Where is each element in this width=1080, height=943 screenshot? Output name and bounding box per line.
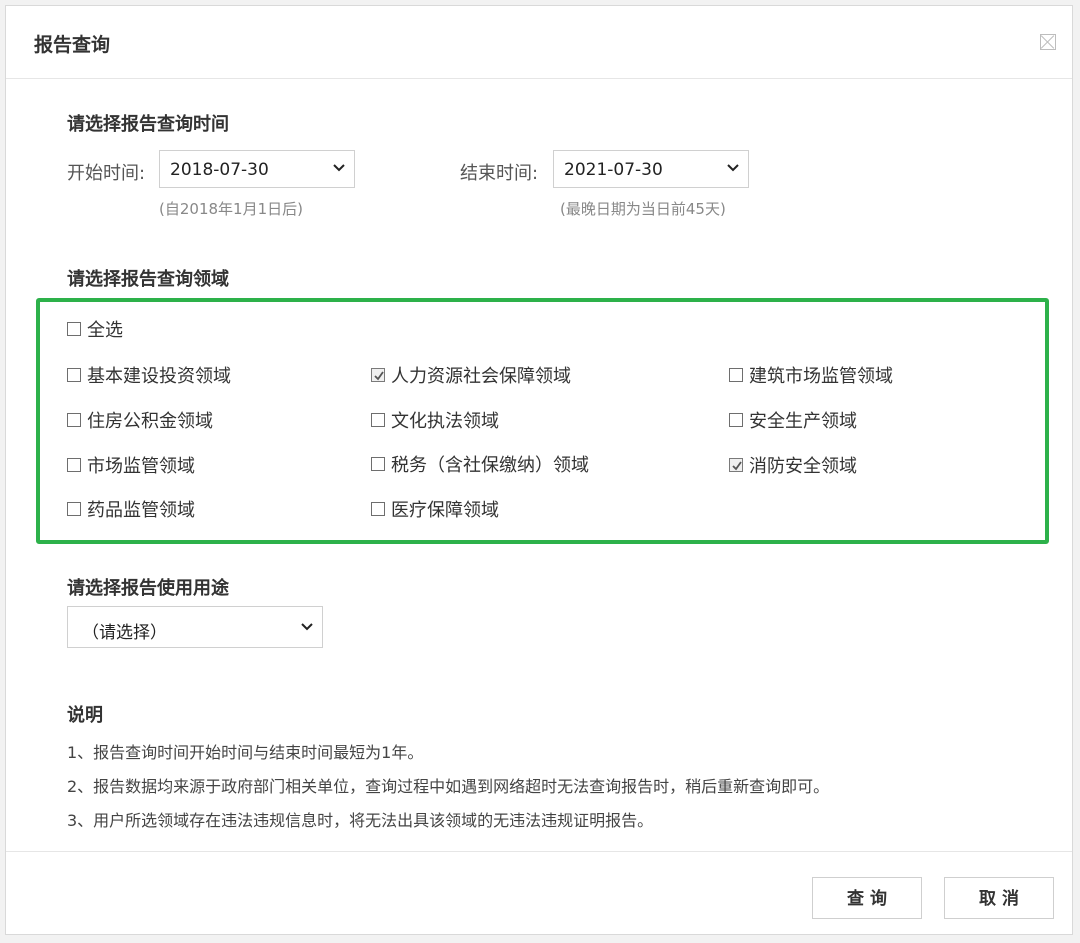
checkbox-domain-item[interactable]: 税务（含社保缴纳）领域 (371, 451, 589, 477)
checkbox-domain-item[interactable]: 消防安全领域 (729, 452, 857, 478)
checkbox-label: 基本建设投资领域 (87, 366, 231, 387)
note-line: 3、用户所选领域存在违法违规信息时，将无法出具该领域的无违法违规证明报告。 (67, 811, 654, 830)
start-date-value: 2018-07-30 (170, 160, 269, 180)
checkbox-icon (371, 457, 385, 471)
note-line: 1、报告查询时间开始时间与结束时间最短为1年。 (67, 743, 424, 762)
checkbox-label: 建筑市场监管领域 (749, 366, 893, 387)
purpose-select-value: （请选择） (82, 623, 167, 643)
checkbox-checked-icon (729, 458, 743, 472)
dialog-header: 报告查询 (6, 6, 1072, 79)
report-query-dialog: 报告查询 请选择报告查询时间 开始时间: 2018-07-30 (自2018年1… (5, 5, 1073, 935)
checkbox-icon (729, 413, 743, 427)
start-time-label: 开始时间: (67, 163, 146, 184)
checkbox-label: 安全生产领域 (749, 411, 857, 432)
checkbox-label: 药品监管领域 (87, 500, 195, 521)
purpose-select[interactable]: （请选择） (67, 606, 323, 648)
time-section-heading: 请选择报告查询时间 (67, 114, 229, 135)
checkbox-label: 税务（含社保缴纳）领域 (391, 455, 589, 476)
start-date-hint: (自2018年1月1日后) (159, 200, 303, 218)
checkbox-domain-item[interactable]: 建筑市场监管领域 (729, 362, 893, 388)
cancel-button[interactable]: 取消 (944, 877, 1054, 919)
dialog-title: 报告查询 (34, 34, 111, 56)
chevron-down-icon (301, 623, 313, 631)
checkbox-label: 消防安全领域 (749, 456, 857, 477)
query-button[interactable]: 查询 (812, 877, 922, 919)
chevron-down-icon (333, 164, 345, 172)
checkbox-icon (67, 458, 81, 472)
checkbox-label: 医疗保障领域 (391, 500, 499, 521)
close-icon[interactable] (1040, 34, 1056, 50)
checkbox-domain-item[interactable]: 安全生产领域 (729, 407, 857, 433)
checkbox-icon (67, 322, 81, 336)
checkbox-icon (371, 502, 385, 516)
checkbox-select-all[interactable]: 全选 (67, 316, 123, 342)
note-line: 2、报告数据均来源于政府部门相关单位，查询过程中如遇到网络超时无法查询报告时，稍… (67, 777, 830, 796)
checkbox-icon (67, 368, 81, 382)
checkbox-label: 人力资源社会保障领域 (391, 366, 571, 387)
checkbox-label: 全选 (87, 320, 123, 341)
end-date-hint: (最晚日期为当日前45天) (560, 200, 726, 218)
checkbox-icon (729, 368, 743, 382)
checkbox-icon (371, 413, 385, 427)
checkbox-domain-item[interactable]: 药品监管领域 (67, 496, 195, 522)
checkbox-domain-item[interactable]: 市场监管领域 (67, 452, 195, 478)
domain-section-heading: 请选择报告查询领域 (67, 269, 229, 290)
end-time-label: 结束时间: (460, 163, 539, 184)
checkbox-label: 住房公积金领域 (87, 411, 213, 432)
purpose-section-heading: 请选择报告使用用途 (67, 578, 229, 599)
start-date-select[interactable]: 2018-07-30 (159, 150, 355, 188)
checkbox-domain-item[interactable]: 人力资源社会保障领域 (371, 362, 571, 388)
checkbox-checked-icon (371, 368, 385, 382)
checkbox-icon (67, 502, 81, 516)
checkbox-domain-item[interactable]: 文化执法领域 (371, 407, 499, 433)
checkbox-icon (67, 413, 81, 427)
checkbox-domain-item[interactable]: 住房公积金领域 (67, 407, 213, 433)
dialog-footer: 查询 取消 (6, 851, 1072, 936)
checkbox-label: 文化执法领域 (391, 411, 499, 432)
notes-heading: 说明 (67, 705, 103, 726)
checkbox-domain-item[interactable]: 医疗保障领域 (371, 496, 499, 522)
checkbox-domain-item[interactable]: 基本建设投资领域 (67, 362, 231, 388)
end-date-value: 2021-07-30 (564, 160, 663, 180)
checkbox-label: 市场监管领域 (87, 456, 195, 477)
end-date-select[interactable]: 2021-07-30 (553, 150, 749, 188)
chevron-down-icon (727, 164, 739, 172)
